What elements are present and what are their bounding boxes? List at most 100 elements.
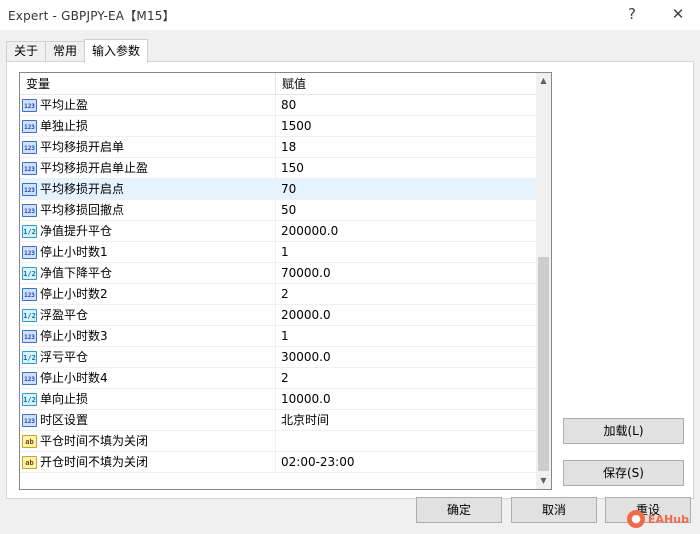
parameter-name-cell[interactable]: 1/2 净值下降平仓	[20, 263, 276, 284]
parameter-name: 净值提升平仓	[40, 224, 113, 238]
parameter-value-cell[interactable]	[276, 431, 536, 452]
parameter-name-cell[interactable]: ab 开仓时间不填为关闭	[20, 452, 276, 473]
parameter-value-cell[interactable]: 50	[276, 200, 536, 221]
table-row[interactable]: 1/2 浮盈平仓 20000.0	[20, 305, 536, 326]
parameter-name: 平均移损开启单	[40, 140, 125, 154]
parameter-value-cell[interactable]: 70000.0	[276, 263, 536, 284]
integer-type-icon: 123	[22, 330, 37, 343]
parameter-name: 停止小时数4	[40, 371, 108, 385]
parameter-value-cell[interactable]: 1	[276, 326, 536, 347]
parameter-name: 净值下降平仓	[40, 266, 113, 280]
parameter-value-cell[interactable]: 1500	[276, 116, 536, 137]
parameter-name-cell[interactable]: 123 停止小时数4	[20, 368, 276, 389]
parameter-value-cell[interactable]: 18	[276, 137, 536, 158]
table-row[interactable]: 123 停止小时数1 1	[20, 242, 536, 263]
double-type-icon: 1/2	[22, 267, 37, 280]
parameter-name: 停止小时数3	[40, 329, 108, 343]
parameter-value-cell[interactable]: 20000.0	[276, 305, 536, 326]
parameter-name: 平均移损回撤点	[40, 203, 125, 217]
parameter-name-cell[interactable]: 1/2 浮亏平仓	[20, 347, 276, 368]
table-row[interactable]: ab 平仓时间不填为关闭	[20, 431, 536, 452]
parameter-name-cell[interactable]: 123 停止小时数1	[20, 242, 276, 263]
parameter-name: 浮盈平仓	[40, 308, 89, 322]
vertical-scrollbar[interactable]: ▲ ▼	[536, 73, 551, 489]
parameter-name-cell[interactable]: 123 平均移损开启单止盈	[20, 158, 276, 179]
parameter-name-cell[interactable]: 123 平均止盈	[20, 95, 276, 116]
load-button[interactable]: 加载(L)	[563, 418, 684, 444]
column-header-variable[interactable]: 变量	[20, 73, 276, 95]
parameter-value-cell[interactable]: 02:00-23:00	[276, 452, 536, 473]
help-icon[interactable]: ?	[620, 3, 644, 25]
parameter-name-cell[interactable]: 1/2 单向止损	[20, 389, 276, 410]
table-row[interactable]: 1/2 净值提升平仓 200000.0	[20, 221, 536, 242]
integer-type-icon: 123	[22, 414, 37, 427]
parameter-name-cell[interactable]: 123 停止小时数2	[20, 284, 276, 305]
parameter-value-cell[interactable]: 北京时间	[276, 410, 536, 431]
watermark-text: EAHub	[648, 512, 689, 526]
parameter-name: 单向止损	[40, 392, 89, 406]
table-row[interactable]: 1/2 净值下降平仓 70000.0	[20, 263, 536, 284]
integer-type-icon: 123	[22, 99, 37, 112]
parameter-name-cell[interactable]: 123 平均移损开启单	[20, 137, 276, 158]
parameter-value-cell[interactable]: 30000.0	[276, 347, 536, 368]
parameter-value-cell[interactable]: 10000.0	[276, 389, 536, 410]
tab-common[interactable]: 常用	[45, 41, 86, 62]
parameter-name: 时区设置	[40, 413, 89, 427]
parameter-value-cell[interactable]: 150	[276, 158, 536, 179]
double-type-icon: 1/2	[22, 393, 37, 406]
parameter-name-cell[interactable]: 123 时区设置	[20, 410, 276, 431]
table-row[interactable]: ab 开仓时间不填为关闭 02:00-23:00	[20, 452, 536, 473]
parameter-value-cell[interactable]: 70	[276, 179, 536, 200]
save-button[interactable]: 保存(S)	[563, 460, 684, 486]
tab-inputs[interactable]: 输入参数	[84, 39, 149, 63]
parameter-name-cell[interactable]: 1/2 净值提升平仓	[20, 221, 276, 242]
parameter-name-cell[interactable]: 123 平均移损开启点	[20, 179, 276, 200]
parameter-name: 浮亏平仓	[40, 350, 89, 364]
parameter-value-cell[interactable]: 1	[276, 242, 536, 263]
table-row[interactable]: 1/2 浮亏平仓 30000.0	[20, 347, 536, 368]
table-row[interactable]: 1/2 单向止损 10000.0	[20, 389, 536, 410]
table-row[interactable]: 123 单独止损 1500	[20, 116, 536, 137]
table-row[interactable]: 123 停止小时数2 2	[20, 284, 536, 305]
table-row[interactable]: 123 时区设置 北京时间	[20, 410, 536, 431]
table-row[interactable]: 123 停止小时数3 1	[20, 326, 536, 347]
parameter-name: 平均移损开启单止盈	[40, 161, 149, 175]
parameter-value-cell[interactable]: 200000.0	[276, 221, 536, 242]
parameter-name: 停止小时数2	[40, 287, 108, 301]
tab-about[interactable]: 关于	[6, 41, 47, 62]
table-row[interactable]: 123 平均止盈 80	[20, 95, 536, 116]
integer-type-icon: 123	[22, 120, 37, 133]
table-row[interactable]: 123 平均移损回撤点 50	[20, 200, 536, 221]
parameter-value-cell[interactable]: 2	[276, 284, 536, 305]
table-row[interactable]: 123 平均移损开启点 70	[20, 179, 536, 200]
string-type-icon: ab	[22, 456, 37, 469]
window-title: Expert - GBPJPY-EA【M15】	[8, 9, 175, 23]
cancel-button[interactable]: 取消	[511, 497, 597, 523]
integer-type-icon: 123	[22, 141, 37, 154]
scroll-up-icon[interactable]: ▲	[536, 73, 551, 89]
parameter-name-cell[interactable]: 123 单独止损	[20, 116, 276, 137]
integer-type-icon: 123	[22, 372, 37, 385]
parameter-name-cell[interactable]: 123 平均移损回撤点	[20, 200, 276, 221]
parameter-name: 平仓时间不填为关闭	[40, 434, 149, 448]
double-type-icon: 1/2	[22, 351, 37, 364]
parameter-name-cell[interactable]: 1/2 浮盈平仓	[20, 305, 276, 326]
title-bar: Expert - GBPJPY-EA【M15】 ? ✕	[0, 0, 700, 30]
integer-type-icon: 123	[22, 246, 37, 259]
column-header-value[interactable]: 赋值	[276, 73, 536, 95]
parameter-value-cell[interactable]: 80	[276, 95, 536, 116]
parameter-name-cell[interactable]: 123 停止小时数3	[20, 326, 276, 347]
table-row[interactable]: 123 平均移损开启单止盈 150	[20, 158, 536, 179]
parameter-name: 平均移损开启点	[40, 182, 125, 196]
parameter-name-cell[interactable]: ab 平仓时间不填为关闭	[20, 431, 276, 452]
table-row[interactable]: 123 平均移损开启单 18	[20, 137, 536, 158]
ok-button[interactable]: 确定	[416, 497, 502, 523]
parameter-name: 平均止盈	[40, 98, 89, 112]
scroll-down-icon[interactable]: ▼	[536, 473, 551, 489]
table-row[interactable]: 123 停止小时数4 2	[20, 368, 536, 389]
close-icon[interactable]: ✕	[666, 3, 690, 25]
double-type-icon: 1/2	[22, 225, 37, 238]
string-type-icon: ab	[22, 435, 37, 448]
scrollbar-thumb[interactable]	[538, 257, 549, 471]
parameter-value-cell[interactable]: 2	[276, 368, 536, 389]
